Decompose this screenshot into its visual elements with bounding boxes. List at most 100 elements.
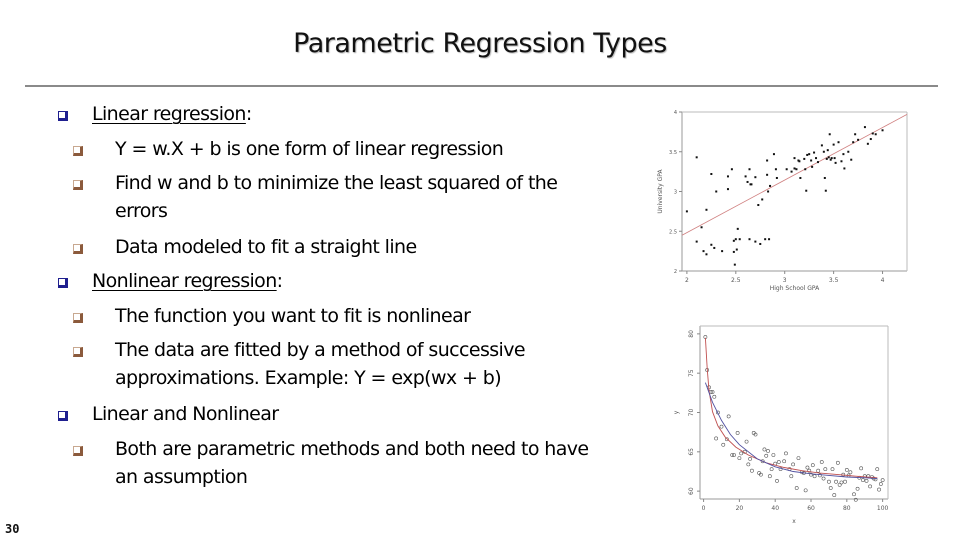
bullet-continuation: errors	[115, 200, 168, 222]
data-point	[852, 492, 856, 497]
data-point	[818, 473, 822, 478]
data-point	[761, 198, 764, 201]
data-point	[710, 243, 713, 246]
data-point	[789, 474, 794, 479]
data-point	[774, 168, 777, 171]
data-point	[803, 488, 808, 493]
data-point	[784, 451, 788, 456]
data-point	[724, 437, 729, 442]
data-point	[830, 467, 835, 472]
data-point	[825, 157, 828, 160]
data-point	[726, 188, 729, 191]
data-point	[730, 168, 733, 171]
bullet-item: The data are fitted by a method of succe…	[115, 338, 526, 362]
data-point	[800, 470, 804, 475]
x-tick-label: 3.5	[829, 277, 839, 284]
data-point	[805, 189, 808, 192]
bullet-item: Y = w.X + b is one form of linear regres…	[115, 137, 504, 161]
data-point	[811, 165, 814, 168]
data-point	[733, 263, 736, 266]
bullet-item: Nonlinear regression:	[92, 269, 283, 293]
y-axis-label: y	[673, 410, 680, 414]
data-point	[816, 161, 819, 164]
data-point	[794, 486, 799, 490]
x-tick-label: 100	[877, 505, 889, 512]
data-point	[809, 472, 813, 477]
data-point	[837, 141, 840, 144]
box-bullet-icon	[73, 347, 83, 357]
data-point	[822, 150, 825, 153]
data-point	[775, 176, 778, 179]
data-point	[721, 442, 726, 447]
data-point	[863, 126, 866, 129]
data-point	[866, 474, 871, 479]
data-point	[875, 467, 880, 472]
bullet-continuation: approximations. Example: Y = exp(wx + b)	[115, 367, 502, 389]
data-point	[716, 410, 720, 415]
data-point	[705, 253, 708, 256]
data-point	[757, 204, 760, 207]
bullet-continuation: an assumption	[115, 466, 248, 488]
bullet-text: Nonlinear regression	[92, 270, 277, 292]
x-tick-label: 4	[881, 277, 885, 284]
data-point	[705, 368, 710, 372]
bullet-list: Linear regression: Y = w.X + b is one for…	[0, 0, 660, 540]
data-point	[835, 460, 840, 465]
data-point	[823, 176, 826, 179]
box-bullet-icon	[58, 278, 68, 288]
data-point	[832, 493, 837, 497]
data-point	[702, 250, 705, 253]
page-number: 30	[5, 522, 20, 536]
x-tick-label: 2	[685, 277, 689, 284]
data-point	[819, 460, 824, 464]
data-point	[859, 466, 864, 471]
data-point	[823, 467, 828, 472]
data-point	[710, 173, 713, 176]
data-point	[768, 238, 771, 241]
data-point	[719, 424, 724, 429]
data-point	[852, 141, 855, 144]
x-axis-label: High School GPA	[770, 285, 820, 292]
data-point	[700, 226, 703, 229]
x-tick-label: 40	[771, 505, 779, 512]
data-point	[775, 479, 779, 483]
data-point	[837, 482, 842, 487]
data-point	[848, 470, 853, 475]
data-point	[726, 414, 731, 419]
y-tick-label: 60	[688, 487, 695, 495]
bullet-text: Y = w.X + b is one form of linear regres…	[115, 138, 504, 160]
data-point	[744, 439, 749, 444]
data-point	[824, 189, 827, 192]
bullet-text: The function you want to fit is nonlinea…	[115, 305, 471, 327]
data-point	[861, 478, 865, 483]
data-point	[816, 468, 821, 473]
data-point	[813, 151, 816, 154]
box-bullet-icon	[73, 446, 83, 456]
data-point	[773, 461, 778, 466]
data-point	[751, 431, 756, 435]
data-point	[869, 138, 872, 141]
data-point	[793, 157, 796, 160]
data-point	[847, 150, 850, 153]
data-point	[714, 436, 719, 441]
data-point	[829, 158, 832, 161]
data-point	[834, 479, 838, 484]
bullet-suffix: :	[245, 103, 252, 125]
data-point	[778, 467, 783, 472]
bullet-text: The data are fitted by a method of succe…	[115, 339, 526, 361]
bullet-item: Data modeled to fit a straight line	[115, 235, 417, 259]
data-point	[793, 167, 796, 170]
data-point	[795, 168, 798, 171]
bullet-text: Find w and b to minimize the least squar…	[115, 172, 558, 194]
data-point	[705, 208, 708, 211]
data-point	[767, 190, 770, 193]
data-point	[735, 431, 740, 435]
data-point	[762, 447, 767, 452]
data-point	[737, 456, 742, 461]
data-point	[760, 459, 765, 464]
data-point	[732, 250, 735, 253]
bullet-item: Find w and b to minimize the least squar…	[115, 171, 558, 195]
bullet-suffix: :	[276, 270, 283, 292]
data-point	[834, 161, 837, 164]
bullet-item: Linear and Nonlinear	[92, 402, 279, 426]
